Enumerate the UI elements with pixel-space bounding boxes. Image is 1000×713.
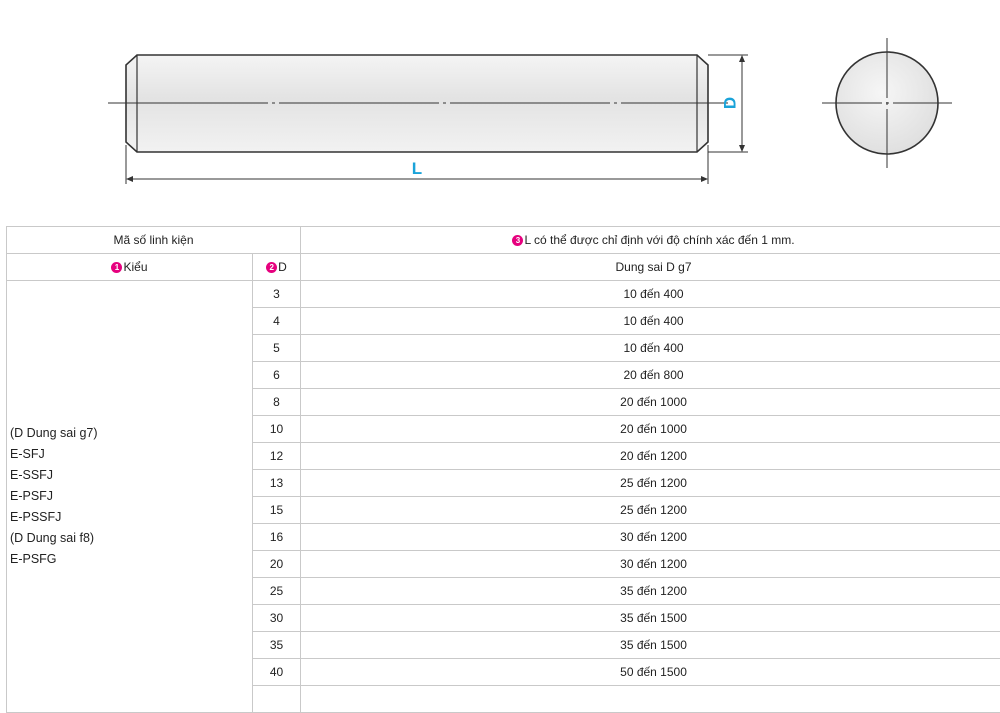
d-value-cell: 13 bbox=[253, 470, 301, 497]
badge-2: 2 bbox=[266, 262, 277, 273]
d-header: 2D bbox=[253, 254, 301, 281]
l-range-cell: 25 đến 1200 bbox=[301, 497, 1000, 524]
d-value-cell: 8 bbox=[253, 389, 301, 416]
l-range-cell: 30 đến 1200 bbox=[301, 551, 1000, 578]
l-range-cell: 20 đến 1200 bbox=[301, 443, 1000, 470]
l-range-cell: 35 đến 1500 bbox=[301, 605, 1000, 632]
d-value-cell: 6 bbox=[253, 362, 301, 389]
type-item: (D Dung sai g7) bbox=[10, 423, 248, 444]
d-value-cell bbox=[253, 686, 301, 713]
table-header-row-2: 1Kiểu 2D Dung sai D g7 bbox=[7, 254, 1000, 281]
l-range-cell: 10 đến 400 bbox=[301, 335, 1000, 362]
d-value-cell: 30 bbox=[253, 605, 301, 632]
l-range-cell: 50 đến 1500 bbox=[301, 659, 1000, 686]
l-range-cell: 10 đến 400 bbox=[301, 308, 1000, 335]
l-range-cell: 35 đến 1500 bbox=[301, 632, 1000, 659]
type-list-cell: (D Dung sai g7)E-SFJE-SSFJE-PSFJE-PSSFJ(… bbox=[7, 281, 253, 713]
d-value-cell: 25 bbox=[253, 578, 301, 605]
type-header: 1Kiểu bbox=[7, 254, 253, 281]
badge-3: 3 bbox=[512, 235, 523, 246]
type-item: E-SFJ bbox=[10, 444, 248, 465]
type-item: (D Dung sai f8) bbox=[10, 528, 248, 549]
type-item: E-PSSFJ bbox=[10, 507, 248, 528]
d-value-cell: 35 bbox=[253, 632, 301, 659]
l-range-cell: 20 đến 1000 bbox=[301, 389, 1000, 416]
length-label: L bbox=[412, 159, 422, 178]
type-item: E-PSFJ bbox=[10, 486, 248, 507]
l-range-cell: 10 đến 400 bbox=[301, 281, 1000, 308]
length-note-header: 3L có thể được chỉ định với độ chính xác… bbox=[301, 227, 1000, 254]
l-range-cell: 35 đến 1200 bbox=[301, 578, 1000, 605]
l-range-cell: 30 đến 1200 bbox=[301, 524, 1000, 551]
d-value-cell: 3 bbox=[253, 281, 301, 308]
d-value-cell: 4 bbox=[253, 308, 301, 335]
type-item: E-PSFG bbox=[10, 549, 248, 570]
d-value-cell: 5 bbox=[253, 335, 301, 362]
d-value-cell: 40 bbox=[253, 659, 301, 686]
part-spec-table: Mã số linh kiện 3L có thể được chỉ định … bbox=[6, 226, 1000, 713]
tolerance-header: Dung sai D g7 bbox=[301, 254, 1000, 281]
pin-technical-drawing: D L bbox=[0, 0, 1000, 200]
l-range-cell bbox=[301, 686, 1000, 713]
l-range-cell: 20 đến 1000 bbox=[301, 416, 1000, 443]
d-value-cell: 20 bbox=[253, 551, 301, 578]
table-row: (D Dung sai g7)E-SFJE-SSFJE-PSFJE-PSSFJ(… bbox=[7, 281, 1000, 308]
l-range-cell: 20 đến 800 bbox=[301, 362, 1000, 389]
badge-1: 1 bbox=[111, 262, 122, 273]
d-value-cell: 16 bbox=[253, 524, 301, 551]
d-value-cell: 15 bbox=[253, 497, 301, 524]
diameter-label: D bbox=[720, 97, 739, 109]
d-value-cell: 12 bbox=[253, 443, 301, 470]
table-header-row-1: Mã số linh kiện 3L có thể được chỉ định … bbox=[7, 227, 1000, 254]
d-value-cell: 10 bbox=[253, 416, 301, 443]
l-range-cell: 25 đến 1200 bbox=[301, 470, 1000, 497]
part-number-header: Mã số linh kiện bbox=[7, 227, 301, 254]
type-item: E-SSFJ bbox=[10, 465, 248, 486]
